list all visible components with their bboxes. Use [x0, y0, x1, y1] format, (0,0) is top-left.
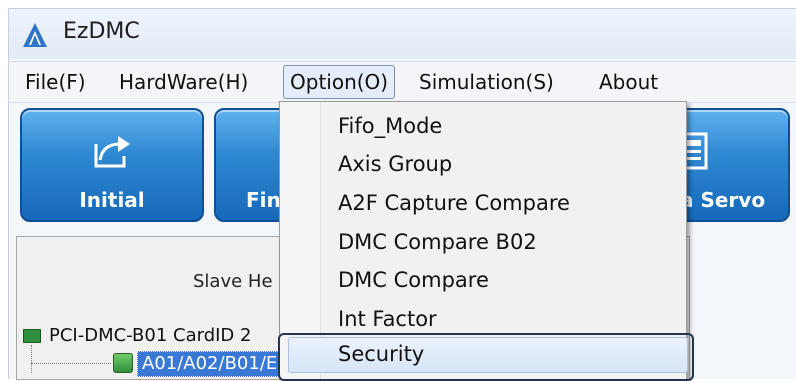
menu-bar: File(F) HardWare(H) Option(O) Simulation… — [9, 61, 796, 103]
tree-card-node[interactable]: PCI-DMC-B01 CardID 2 — [23, 325, 251, 346]
export-icon — [94, 136, 130, 168]
app-logo-icon — [23, 23, 47, 47]
menu-item-axis-group[interactable]: Axis Group — [338, 152, 452, 176]
menu-file[interactable]: File(F) — [21, 69, 90, 95]
menu-option[interactable]: Option(O) — [283, 65, 396, 99]
menu-item-dmc-compare[interactable]: DMC Compare — [338, 268, 489, 292]
tree-selected-node[interactable]: A01/A02/B01/E — [137, 351, 283, 377]
slave-header-label: Slave He — [193, 271, 273, 292]
menu-item-a2f-capture-compare[interactable]: A2F Capture Compare — [338, 191, 570, 215]
window-title: EzDMC — [63, 19, 140, 44]
menu-item-fifo-mode[interactable]: Fifo_Mode — [338, 114, 442, 138]
menu-hardware[interactable]: HardWare(H) — [115, 69, 252, 95]
tree-card-label: PCI-DMC-B01 CardID 2 — [49, 325, 252, 346]
menu-item-int-factor[interactable]: Int Factor — [338, 307, 437, 331]
initial-button-label: Initial — [79, 188, 145, 212]
initial-button[interactable]: Initial — [20, 108, 204, 222]
menu-item-security[interactable]: Security — [338, 342, 424, 366]
servo-button-label: a Servo — [680, 188, 766, 212]
card-icon — [23, 329, 41, 343]
tree-connector-horizontal — [31, 363, 111, 364]
menu-about[interactable]: About — [595, 69, 662, 95]
tree-connector — [31, 345, 33, 373]
node-icon — [113, 353, 133, 373]
menu-simulation[interactable]: Simulation(S) — [415, 69, 558, 95]
fin-button[interactable]: Fin — [214, 108, 288, 222]
title-bar: EzDMC — [9, 9, 796, 59]
menu-item-dmc-compare-b02[interactable]: DMC Compare B02 — [338, 230, 537, 254]
